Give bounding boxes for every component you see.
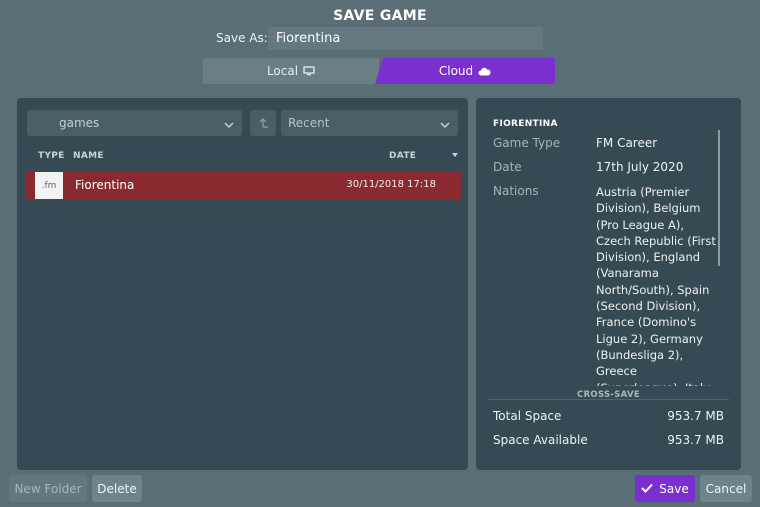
arrow-up-icon	[257, 114, 269, 133]
cloud-icon	[478, 67, 491, 76]
file-type-icon: .fm	[35, 172, 63, 199]
file-row[interactable]: .fm Fiorentina 30/11/2018 17:18	[25, 171, 461, 200]
game-type-value: FM Career	[596, 136, 658, 150]
date-label: Date	[493, 160, 522, 174]
save-label: Save	[659, 481, 689, 496]
details-scrollbar[interactable]	[718, 130, 720, 266]
delete-label: Delete	[97, 481, 137, 496]
total-space-label: Total Space	[493, 409, 562, 423]
chevron-down-icon	[440, 118, 450, 132]
tab-local[interactable]: Local	[203, 58, 379, 84]
cancel-label: Cancel	[705, 481, 747, 496]
sort-dropdown-value: Recent	[288, 116, 330, 130]
file-browser-panel: games Recent TYPE NAME DATE .fm Fiorenti…	[17, 98, 468, 470]
space-available-value: 953.7 MB	[667, 433, 724, 447]
column-header-date[interactable]: DATE	[389, 151, 416, 161]
save-details-panel: FIORENTINA Game Type FM Career Date 17th…	[476, 98, 741, 470]
monitor-icon	[303, 66, 315, 76]
file-date: 30/11/2018 17:18	[346, 179, 436, 190]
checkmark-icon	[641, 482, 653, 496]
new-folder-button[interactable]: New Folder	[9, 475, 87, 502]
divider	[488, 399, 729, 400]
sort-dropdown[interactable]: Recent	[281, 110, 458, 136]
space-available-label: Space Available	[493, 433, 588, 447]
sort-descending-icon[interactable]	[452, 153, 458, 157]
folder-dropdown[interactable]: games	[27, 110, 242, 136]
dialog-title: SAVE GAME	[333, 8, 427, 24]
nations-value: Austria (Premier Division), Belgium (Pro…	[596, 185, 716, 386]
delete-button[interactable]: Delete	[92, 475, 142, 502]
save-as-label: Save As:	[216, 31, 268, 45]
tab-cloud[interactable]: Cloud	[375, 58, 555, 84]
file-name: Fiorentina	[75, 178, 135, 192]
details-title: FIORENTINA	[493, 119, 558, 129]
total-space-value: 953.7 MB	[667, 409, 724, 423]
chevron-down-icon	[224, 118, 234, 132]
date-value: 17th July 2020	[596, 160, 684, 174]
nations-label: Nations	[493, 184, 539, 198]
tab-cloud-label: Cloud	[438, 64, 474, 78]
column-header-name[interactable]: NAME	[73, 151, 104, 161]
folder-up-button[interactable]	[250, 110, 276, 136]
save-button[interactable]: Save	[635, 475, 695, 502]
folder-dropdown-value: games	[59, 116, 100, 130]
new-folder-label: New Folder	[14, 481, 82, 496]
cancel-button[interactable]: Cancel	[700, 475, 752, 502]
save-as-input[interactable]	[268, 27, 543, 50]
tab-local-label: Local	[266, 64, 299, 78]
storage-toggle: Local Cloud	[203, 58, 555, 84]
column-header-type[interactable]: TYPE	[38, 151, 65, 161]
game-type-label: Game Type	[493, 136, 561, 150]
